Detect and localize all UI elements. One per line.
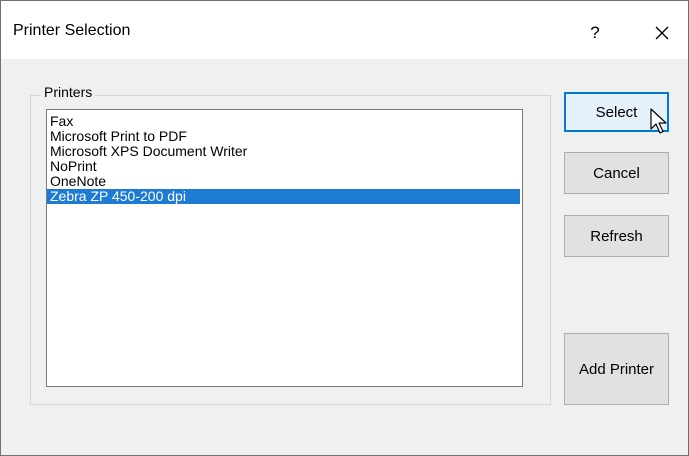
refresh-button[interactable]: Refresh xyxy=(564,215,669,257)
printers-listbox[interactable]: Fax Microsoft Print to PDF Microsoft XPS… xyxy=(46,109,523,387)
list-item[interactable]: Microsoft XPS Document Writer xyxy=(47,144,520,159)
list-item-label: OneNote xyxy=(50,173,107,189)
window-title: Printer Selection xyxy=(13,22,131,39)
list-item-label: Zebra ZP 450-200 dpi xyxy=(50,188,186,204)
list-item[interactable]: Fax xyxy=(47,114,520,129)
list-item[interactable]: NoPrint xyxy=(47,159,520,174)
close-button[interactable] xyxy=(642,16,682,50)
list-item-selected[interactable]: Zebra ZP 450-200 dpi xyxy=(47,189,520,204)
printers-group-label: Printers xyxy=(41,84,96,100)
add-printer-button[interactable]: Add Printer xyxy=(564,333,669,405)
printer-selection-dialog: Printer Selection ? Printers Fax Microso… xyxy=(0,0,689,456)
list-item-label: NoPrint xyxy=(50,158,97,174)
list-item-label: Microsoft XPS Document Writer xyxy=(50,143,248,159)
list-item[interactable]: Microsoft Print to PDF xyxy=(47,129,520,144)
close-icon xyxy=(655,26,669,40)
help-button[interactable]: ? xyxy=(575,16,615,50)
title-bar[interactable]: Printer Selection ? xyxy=(1,1,688,59)
list-item-label: Fax xyxy=(50,113,74,129)
cancel-button[interactable]: Cancel xyxy=(564,152,669,194)
list-item[interactable]: OneNote xyxy=(47,174,520,189)
mouse-pointer-icon xyxy=(650,108,667,134)
list-item-label: Microsoft Print to PDF xyxy=(50,128,187,144)
